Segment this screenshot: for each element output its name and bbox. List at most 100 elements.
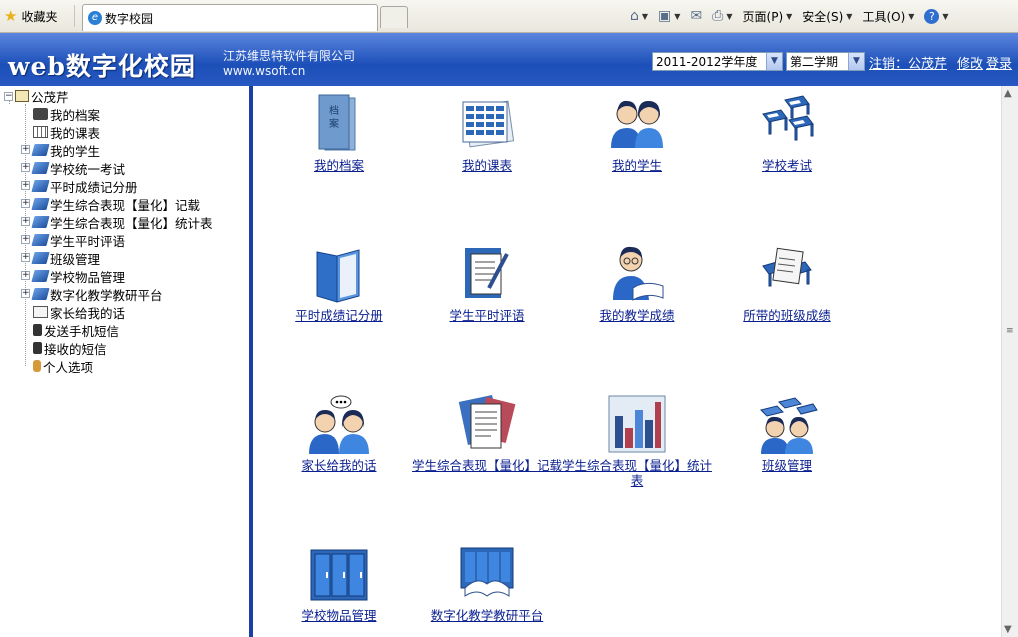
note-icon: [33, 306, 48, 318]
modify-link[interactable]: 修改: [957, 53, 983, 72]
expand-icon[interactable]: +: [21, 145, 30, 154]
mail-button[interactable]: ✉: [690, 8, 702, 24]
tree-item[interactable]: 我的课表: [20, 123, 100, 141]
tile-label[interactable]: 数字化教学教研平台: [412, 608, 562, 623]
tile-my-students[interactable]: 我的学生: [562, 92, 712, 173]
tile-teaching-platform[interactable]: 数字化教学教研平台: [412, 542, 562, 623]
archive-icon: 档 案: [307, 92, 371, 156]
tree-item[interactable]: + 平时成绩记分册: [20, 177, 138, 195]
chevron-down-icon: ▼: [908, 11, 915, 21]
tile-label[interactable]: 家长给我的话: [264, 458, 414, 473]
tile-label[interactable]: 学校考试: [712, 158, 862, 173]
tile-label[interactable]: 学校物品管理: [264, 608, 414, 623]
safety-menu[interactable]: 安全(S) ▼: [802, 8, 852, 25]
book-icon: [31, 234, 50, 246]
tree-root[interactable]: − 公茂芹: [4, 87, 69, 105]
expand-icon[interactable]: +: [21, 235, 30, 244]
tile-quant-record[interactable]: 学生综合表现【量化】记载: [412, 392, 562, 473]
tree-item[interactable]: + 学生平时评语: [20, 231, 125, 249]
tile-label[interactable]: 我的档案: [264, 158, 414, 173]
tile-label[interactable]: 我的课表: [412, 158, 562, 173]
tile-label[interactable]: 平时成绩记分册: [264, 308, 414, 323]
tile-my-teaching-results[interactable]: 我的教学成绩: [562, 242, 712, 323]
vertical-scrollbar[interactable]: ▲ ≡ ▼: [1001, 86, 1018, 637]
browser-tab[interactable]: e 数字校园: [82, 4, 378, 31]
tree-item[interactable]: + 学生综合表现【量化】统计表: [20, 213, 213, 231]
tree-item[interactable]: + 数字化教学教研平台: [20, 285, 163, 303]
tile-my-timetable[interactable]: 我的课表: [412, 92, 562, 173]
tree-item[interactable]: + 学生综合表现【量化】记载: [20, 195, 200, 213]
tree-item-label: 家长给我的话: [50, 305, 126, 321]
tree-item[interactable]: 个人选项: [20, 357, 93, 375]
printer-icon: ⎙: [712, 8, 724, 24]
expand-icon[interactable]: +: [21, 163, 30, 172]
tree-item[interactable]: 家长给我的话: [20, 303, 125, 321]
chevron-down-icon: ▼: [846, 11, 853, 21]
scroll-down-icon[interactable]: ▼: [1004, 624, 1012, 635]
mail-icon: ✉: [690, 8, 703, 24]
tree-item-label: 我的档案: [50, 107, 101, 123]
class-manage-icon: [755, 392, 819, 456]
gradebook-icon: [307, 242, 371, 306]
tools-menu[interactable]: 工具(O) ▼: [862, 8, 914, 25]
tree-item[interactable]: + 学校物品管理: [20, 267, 125, 285]
tile-school-exam[interactable]: 学校考试: [712, 92, 862, 173]
tree-item[interactable]: + 学校统一考试: [20, 159, 125, 177]
tile-my-archive[interactable]: 档 案 我的档案: [264, 92, 414, 173]
help-button[interactable]: ? ▼: [924, 8, 949, 24]
school-year-select[interactable]: 2011-2012学年度 ▼: [652, 52, 783, 71]
page-menu[interactable]: 页面(P) ▼: [743, 8, 793, 25]
home-button[interactable]: ⌂ ▼: [630, 8, 648, 24]
tile-school-items[interactable]: 学校物品管理: [264, 542, 414, 623]
tree-item[interactable]: 我的档案: [20, 105, 100, 123]
tree-item[interactable]: + 班级管理: [20, 249, 100, 267]
tile-label[interactable]: 我的教学成绩: [562, 308, 712, 323]
tree-item[interactable]: 接收的短信: [20, 339, 107, 357]
tile-class-manage[interactable]: 班级管理: [712, 392, 862, 473]
phone-icon: [33, 342, 42, 354]
tile-label[interactable]: 班级管理: [712, 458, 862, 473]
tile-label[interactable]: 所带的班级成绩: [712, 308, 862, 323]
expand-icon[interactable]: +: [21, 217, 30, 226]
expand-icon[interactable]: +: [21, 253, 30, 262]
logout-link[interactable]: 注销：公茂芹: [869, 53, 947, 72]
expand-icon[interactable]: +: [21, 289, 30, 298]
tile-label[interactable]: 我的学生: [562, 158, 712, 173]
new-tab-button[interactable]: [380, 6, 408, 28]
book-icon: [31, 144, 50, 156]
tile-label[interactable]: 学生综合表现【量化】统计表: [562, 458, 712, 488]
person-icon: [33, 360, 41, 372]
scroll-up-icon[interactable]: ▲: [1004, 88, 1012, 99]
app-header: web数字化校园 江苏维思特软件有限公司 www.wsoft.cn 2011-2…: [0, 33, 1018, 86]
expand-icon[interactable]: +: [21, 271, 30, 280]
tile-label[interactable]: 学生综合表现【量化】记载: [412, 458, 562, 473]
chevron-down-icon: ▼: [766, 53, 782, 70]
feeds-button[interactable]: ▣ ▼: [658, 8, 680, 24]
scroll-thumb-grip[interactable]: ≡: [1006, 326, 1014, 336]
expand-icon[interactable]: +: [21, 181, 30, 190]
print-button[interactable]: ⎙ ▼: [712, 8, 732, 24]
rss-icon: ▣: [658, 8, 672, 24]
book-icon: [31, 162, 50, 174]
expand-icon[interactable]: +: [21, 199, 30, 208]
tile-parents-message[interactable]: 家长给我的话: [264, 392, 414, 473]
tile-label[interactable]: 学生平时评语: [412, 308, 562, 323]
ie-icon: e: [88, 11, 102, 25]
term-select[interactable]: 第二学期 ▼: [786, 52, 865, 71]
tile-quant-stats[interactable]: 学生综合表现【量化】统计表: [562, 392, 712, 488]
chevron-down-icon: ▼: [786, 11, 793, 21]
tree-item[interactable]: + 我的学生: [20, 141, 100, 159]
tree-item-label: 学生综合表现【量化】统计表: [50, 215, 213, 231]
open-book-icon: [455, 542, 519, 606]
tree-item-label: 学生平时评语: [50, 233, 126, 249]
svg-text:案: 案: [329, 117, 339, 130]
login-link[interactable]: 登录: [986, 53, 1012, 72]
tile-class-scores[interactable]: 所带的班级成绩: [712, 242, 862, 323]
tile-student-comments[interactable]: 学生平时评语: [412, 242, 562, 323]
tile-gradebook[interactable]: 平时成绩记分册: [264, 242, 414, 323]
profile-icon: [33, 108, 48, 120]
tree-item[interactable]: 发送手机短信: [20, 321, 119, 339]
favorites-button[interactable]: ★ 收藏夹: [4, 6, 57, 26]
chevron-down-icon: ▼: [726, 11, 733, 21]
tree-item-label: 学生综合表现【量化】记载: [50, 197, 201, 213]
